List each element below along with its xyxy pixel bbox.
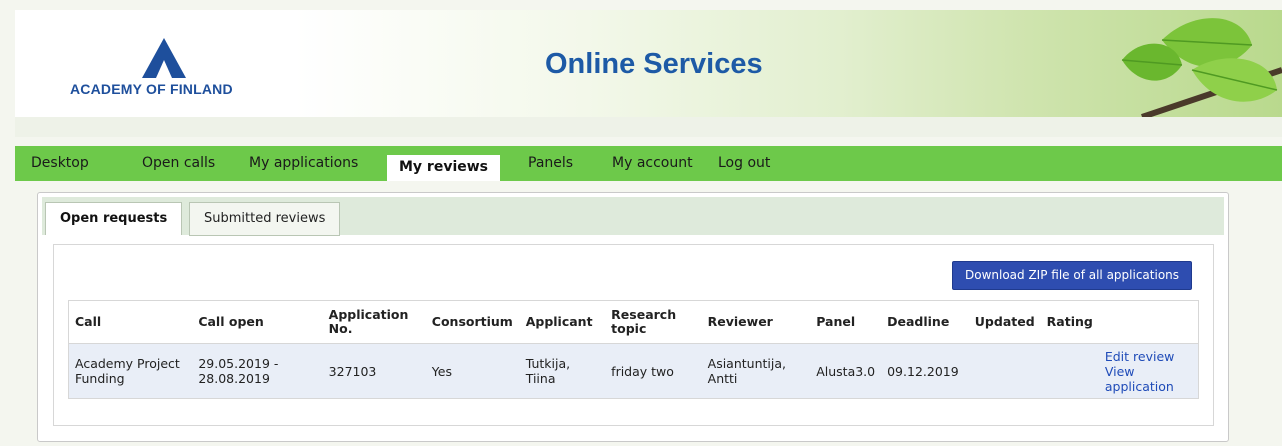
col-header-call: Call — [68, 300, 193, 344]
cell-deadline: 09.12.2019 — [881, 343, 969, 399]
cell-reviewer: Asiantuntija, Antti — [701, 343, 811, 399]
col-header-reviewer: Reviewer — [701, 300, 811, 344]
col-header-application-no: Application No. — [322, 300, 426, 344]
edit-review-link[interactable]: Edit review — [1105, 349, 1192, 364]
col-header-applicant: Applicant — [519, 300, 606, 344]
col-header-consortium: Consortium — [425, 300, 520, 344]
table-row: Academy Project Funding 29.05.2019 - 28.… — [68, 343, 1199, 399]
cell-application-no: 327103 — [322, 343, 426, 399]
leaves-decoration-icon — [1121, 18, 1282, 117]
nav-open-calls[interactable]: Open calls — [142, 146, 215, 181]
nav-log-out[interactable]: Log out — [718, 146, 770, 181]
col-header-panel: Panel — [810, 300, 882, 344]
col-header-call-open: Call open — [192, 300, 323, 344]
academy-logo-icon — [142, 38, 186, 78]
col-header-updated: Updated — [968, 300, 1041, 344]
tab-open-requests[interactable]: Open requests — [45, 202, 183, 235]
table-header-row: Call Call open Application No. Consortiu… — [68, 300, 1199, 344]
tab-bar: Open requests Submitted reviews — [42, 197, 1224, 236]
cell-consortium: Yes — [425, 343, 520, 399]
requests-box: Download ZIP file of all applications Ca… — [53, 244, 1214, 426]
col-header-research-topic: Research topic — [605, 300, 702, 344]
col-header-deadline: Deadline — [881, 300, 969, 344]
cell-updated — [968, 343, 1041, 399]
view-application-link[interactable]: View application — [1105, 364, 1192, 394]
header-separator — [15, 117, 1282, 137]
nav-my-reviews[interactable]: My reviews — [387, 155, 501, 181]
col-header-actions — [1098, 300, 1199, 344]
col-header-rating: Rating — [1040, 300, 1099, 344]
cell-call-open: 29.05.2019 - 28.08.2019 — [192, 343, 323, 399]
nav-panels[interactable]: Panels — [528, 146, 573, 181]
reviews-table: Call Call open Application No. Consortiu… — [68, 300, 1199, 399]
cell-call: Academy Project Funding — [68, 343, 193, 399]
cell-panel: Alusta3.0 — [810, 343, 882, 399]
nav-my-account[interactable]: My account — [612, 146, 693, 181]
cell-rating — [1040, 343, 1099, 399]
download-zip-button[interactable]: Download ZIP file of all applications — [952, 261, 1193, 290]
tab-submitted-reviews[interactable]: Submitted reviews — [189, 202, 341, 236]
nav-desktop[interactable]: Desktop — [31, 146, 89, 181]
cell-actions: Edit review View application — [1098, 343, 1199, 399]
main-nav: Desktop Open calls My applications My re… — [15, 146, 1282, 181]
content-panel: Open requests Submitted reviews Download… — [37, 192, 1229, 442]
cell-research-topic: friday two — [605, 343, 702, 399]
logo-text: ACADEMY OF FINLAND — [70, 81, 233, 97]
site-header: ACADEMY OF FINLAND Online Services — [15, 10, 1282, 117]
nav-my-applications[interactable]: My applications — [249, 146, 358, 181]
cell-applicant: Tutkija, Tiina — [519, 343, 606, 399]
page-title: Online Services — [545, 48, 763, 80]
